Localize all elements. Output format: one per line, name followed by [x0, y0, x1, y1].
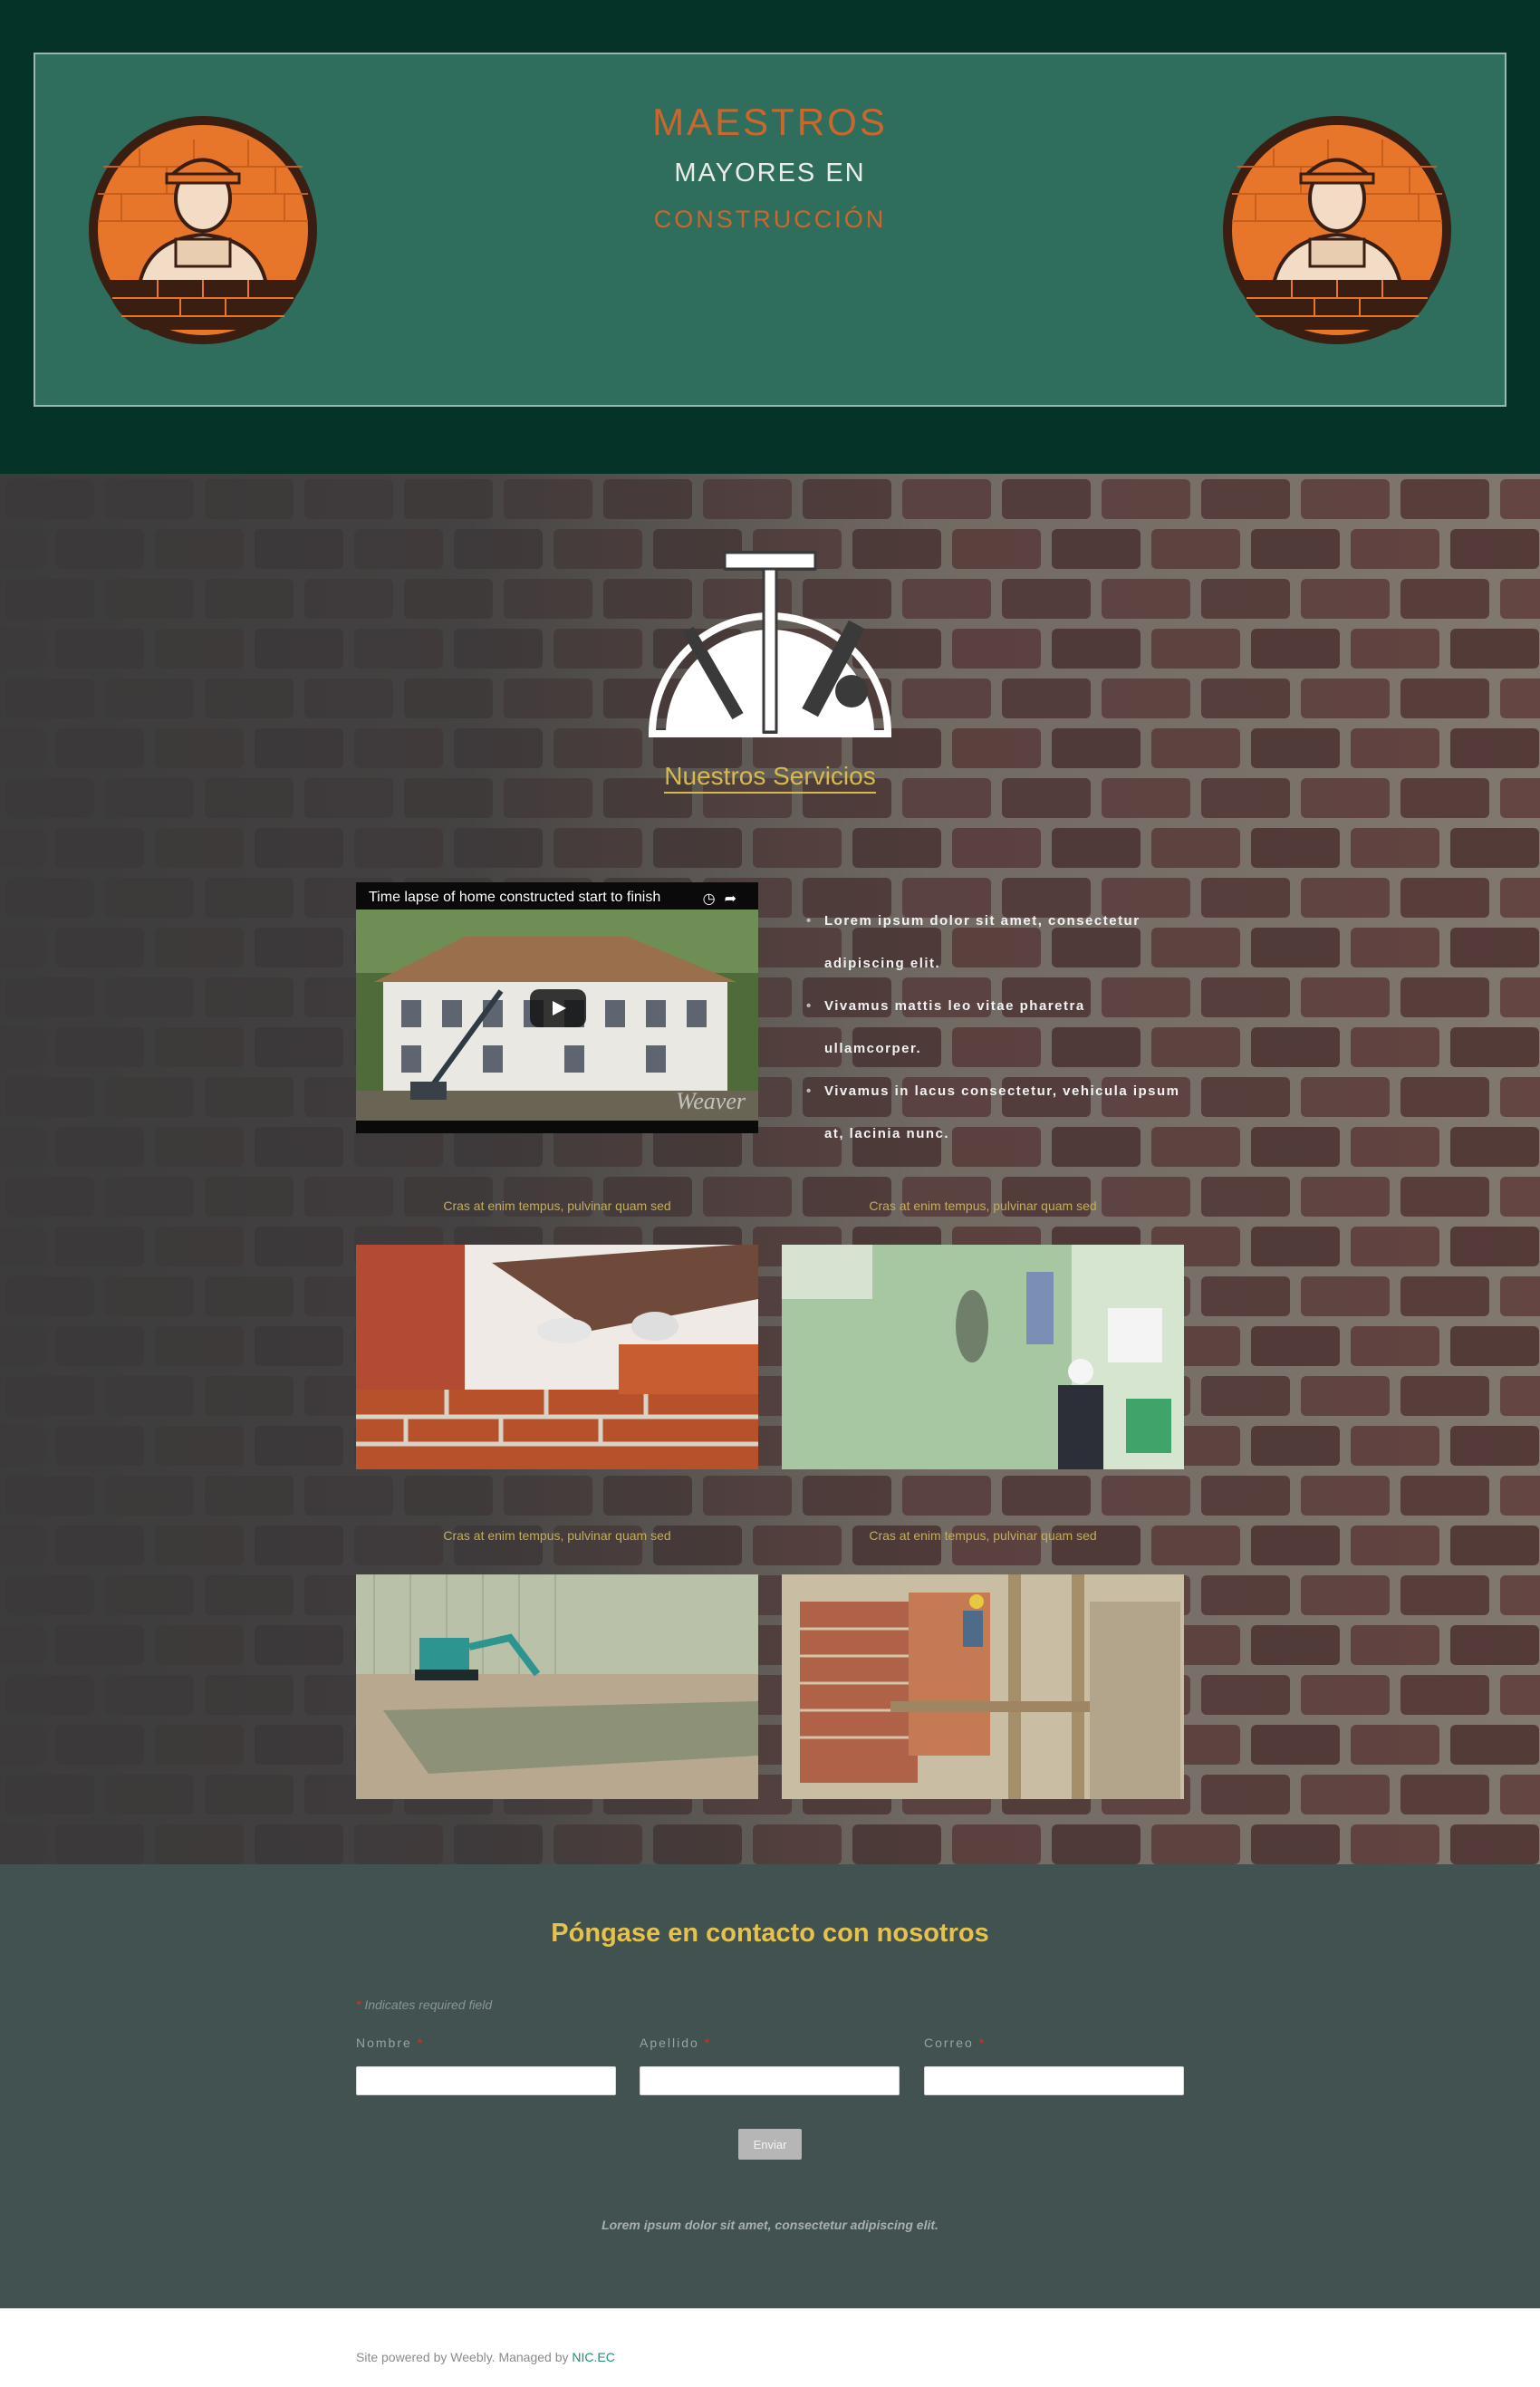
gallery-caption: Cras at enim tempus, pulvinar quam sed: [869, 1528, 1097, 1543]
footer-credit: Site powered by Weebly. Managed by NIC.E…: [356, 2350, 615, 2364]
required-note: * Indicates required field: [356, 1997, 492, 2012]
services-title[interactable]: Nuestros Servicios: [0, 762, 1540, 794]
gallery-image-brick-wall-construction[interactable]: [782, 1574, 1184, 1799]
list-item: Vivamus mattis leo vitae pharetra ullamc…: [806, 985, 1187, 1070]
required-asterisk: *: [417, 2036, 425, 2050]
tools-emblem-icon: [648, 551, 892, 737]
field-label-text: Nombre: [356, 2036, 412, 2050]
nombre-label: Nombre *: [356, 2036, 424, 2050]
contact-title: Póngase en contacto con nosotros: [551, 1919, 989, 1948]
contact-footer-text: Lorem ipsum dolor sit amet, consectetur …: [602, 2218, 938, 2232]
site-header: MAESTROS MAYORES EN CONSTRUCCIÓN: [0, 0, 1540, 474]
submit-button[interactable]: Enviar: [738, 2129, 802, 2160]
required-asterisk: *: [978, 2036, 987, 2050]
list-item: Vivamus in lacus consectetur, vehicula i…: [806, 1070, 1187, 1155]
field-label-text: Apellido: [640, 2036, 699, 2050]
gallery-image-plastering[interactable]: [782, 1245, 1184, 1469]
bricklayer-logo-icon[interactable]: [1219, 112, 1455, 348]
list-item: Lorem ipsum dolor sit amet, consectetur …: [806, 900, 1187, 985]
share-icon[interactable]: ➦: [725, 891, 746, 907]
gallery-caption: Cras at enim tempus, pulvinar quam sed: [443, 1198, 671, 1213]
contact-section: Póngase en contacto con nosotros * Indic…: [0, 1864, 1540, 2308]
apellido-field[interactable]: [640, 2066, 900, 2095]
header-banner: MAESTROS MAYORES EN CONSTRUCCIÓN: [34, 53, 1506, 407]
footer-credit-text: Site powered by Weebly. Managed by: [356, 2350, 569, 2364]
nombre-field[interactable]: [356, 2066, 616, 2095]
gallery-caption: Cras at enim tempus, pulvinar quam sed: [869, 1198, 1097, 1213]
correo-field[interactable]: [924, 2066, 1184, 2095]
video-watermark: Weaver: [675, 1088, 746, 1114]
site-footer: Site powered by Weebly. Managed by NIC.E…: [0, 2308, 1540, 2387]
correo-label: Correo *: [924, 2036, 986, 2050]
video-title[interactable]: Time lapse of home constructed start to …: [369, 890, 660, 906]
play-button[interactable]: [530, 989, 586, 1027]
gallery-caption: Cras at enim tempus, pulvinar quam sed: [443, 1528, 671, 1543]
footer-link-nic[interactable]: NIC.EC: [572, 2350, 614, 2364]
gallery-image-bricklaying[interactable]: [356, 1245, 758, 1469]
watch-later-icon[interactable]: ◷: [703, 891, 725, 907]
services-section: Nuestros Servicios Time lapse of home co…: [0, 474, 1540, 1864]
services-title-text[interactable]: Nuestros Servicios: [664, 762, 876, 794]
required-asterisk: *: [704, 2036, 712, 2050]
apellido-label: Apellido *: [640, 2036, 711, 2050]
required-asterisk: *: [356, 1997, 365, 2012]
required-note-text: Indicates required field: [364, 1997, 493, 2012]
video-controls: ◷➦: [703, 890, 746, 908]
gallery-image-excavator[interactable]: [356, 1574, 758, 1799]
video-player[interactable]: Time lapse of home constructed start to …: [356, 882, 758, 1133]
field-label-text: Correo: [924, 2036, 974, 2050]
services-list: Lorem ipsum dolor sit amet, consectetur …: [806, 900, 1187, 1155]
